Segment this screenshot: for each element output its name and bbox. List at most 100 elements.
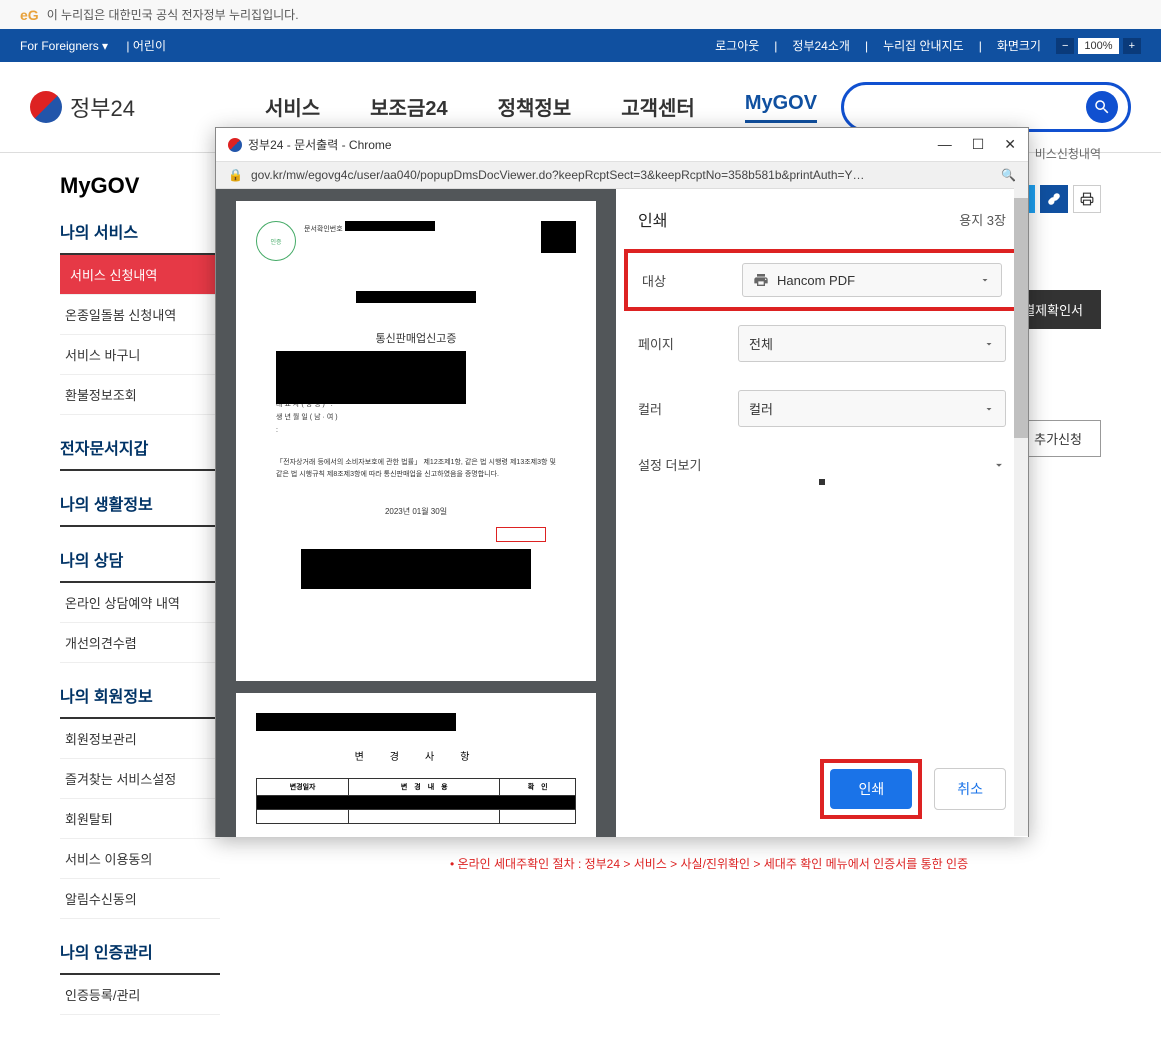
destination-select[interactable]: Hancom PDF <box>742 263 1002 297</box>
nav-support[interactable]: 고객센터 <box>621 92 695 123</box>
redacted-reg-no <box>356 291 476 303</box>
sidebar-item-consult-reserve[interactable]: 온라인 상담예약 내역 <box>60 583 220 623</box>
redacted-fields <box>276 351 466 404</box>
url-text: gov.kr/mw/egovg4c/user/aa040/popupDmsDoc… <box>251 168 1001 182</box>
sidebar-item-favorites[interactable]: 즐겨찾는 서비스설정 <box>60 759 220 799</box>
notice-text: 이 누리집은 대한민국 공식 전자정부 누리집입니다. <box>47 6 299 23</box>
pages-label: 페이지 <box>638 334 738 353</box>
print-confirm-button[interactable]: 인쇄 <box>830 769 912 809</box>
doc-number-label: 문서확인번호 <box>304 226 343 233</box>
zoom-level[interactable]: 100% <box>1078 38 1118 54</box>
document-page-2: 변 경 사 항 변경일자 변 경 내 용 확 인 <box>236 693 596 837</box>
chevron-down-icon <box>983 403 995 415</box>
color-select[interactable]: 컬러 <box>738 390 1006 427</box>
sidebar-item-terms[interactable]: 서비스 이용동의 <box>60 839 220 879</box>
window-favicon <box>228 138 242 152</box>
nav-mygov[interactable]: MyGOV <box>745 92 817 123</box>
window-minimize-button[interactable]: — <box>938 136 952 153</box>
window-title: 정부24 - 문서출력 - Chrome <box>248 136 392 153</box>
sidebar-section-myservice[interactable]: 나의 서비스 <box>60 219 220 255</box>
loading-indicator <box>819 479 825 485</box>
window-titlebar[interactable]: 정부24 - 문서출력 - Chrome — ☐ ✕ <box>216 128 1028 162</box>
sidebar-item-authmanage[interactable]: 인증등록/관리 <box>60 975 220 1015</box>
print-dialog-window: 정부24 - 문서출력 - Chrome — ☐ ✕ 🔒 gov.kr/mw/e… <box>215 127 1029 837</box>
document-page-1: 인증 문서확인번호 통신판매업신고증 상 호 : 소 재 지 : 대표자(성명)… <box>236 201 596 681</box>
gov-notice-bar: eG 이 누리집은 대한민국 공식 전자정부 누리집입니다. <box>0 0 1161 29</box>
document-preview-pane[interactable]: 인증 문서확인번호 통신판매업신고증 상 호 : 소 재 지 : 대표자(성명)… <box>216 189 616 837</box>
scrollbar[interactable] <box>1014 188 1028 836</box>
sidebar-page-title: MyGOV <box>60 173 220 199</box>
document-body-text: 「전자상거래 등에서의 소비자보호에 관한 법률」 제12조제1항, 같은 법 … <box>276 457 556 481</box>
sidebar-section-life[interactable]: 나의 생활정보 <box>60 491 220 527</box>
search-input[interactable] <box>854 99 1086 115</box>
zoom-minus-button[interactable]: − <box>1056 38 1074 54</box>
official-seal-icon: 인증 <box>256 221 296 261</box>
print-panel-title: 인쇄 <box>638 207 667 231</box>
window-maximize-button[interactable]: ☐ <box>972 136 985 153</box>
document-date: 2023년 01월 30일 <box>256 506 576 517</box>
document-title: 통신판매업신고증 <box>256 330 576 346</box>
sidebar-item-notifications[interactable]: 알림수신동의 <box>60 879 220 919</box>
scrollbar-thumb[interactable] <box>1014 198 1028 438</box>
search-button[interactable] <box>1086 91 1118 123</box>
printer-icon <box>1080 192 1094 206</box>
sidebar-item-applications[interactable]: 서비스 신청내역 <box>60 255 220 295</box>
util-about[interactable]: 정부24소개 <box>792 37 850 54</box>
pages-select[interactable]: 전체 <box>738 325 1006 362</box>
print-pages-row: 페이지 전체 <box>616 311 1028 376</box>
bottom-note: • 온라인 세대주확인 절차 : 정부24 > 서비스 > 사실/진위확인 > … <box>450 854 968 876</box>
utility-bar: For Foreigners ▾ | 어린이 로그아웃| 정부24소개| 누리집… <box>0 29 1161 62</box>
sidebar-item-memberinfo[interactable]: 회원정보관리 <box>60 719 220 759</box>
util-logout[interactable]: 로그아웃 <box>715 37 759 54</box>
lock-icon: 🔒 <box>228 168 243 182</box>
search-icon <box>1093 98 1111 116</box>
print-button[interactable] <box>1073 185 1101 213</box>
sidebar-section-consult[interactable]: 나의 상담 <box>60 547 220 583</box>
sidebar-section-auth[interactable]: 나의 인증관리 <box>60 939 220 975</box>
util-children[interactable]: 어린이 <box>133 39 166 53</box>
window-close-button[interactable]: ✕ <box>1004 136 1016 153</box>
print-destination-row: 대상 Hancom PDF <box>624 249 1020 311</box>
logo-icon <box>30 91 62 123</box>
site-logo[interactable]: 정부24 <box>30 91 135 123</box>
url-bar: 🔒 gov.kr/mw/egovg4c/user/aa040/popupDmsD… <box>216 162 1028 189</box>
changes-table: 변경일자 변 경 내 용 확 인 <box>256 778 576 824</box>
sidebar-item-basket[interactable]: 서비스 바구니 <box>60 335 220 375</box>
print-color-row: 컬러 컬러 <box>616 376 1028 441</box>
zoom-plus-button[interactable]: + <box>1123 38 1141 54</box>
printer-icon <box>753 272 769 288</box>
print-settings-panel: 인쇄 용지 3장 대상 Hancom PDF 페이지 전체 <box>616 189 1028 837</box>
sidebar-item-feedback[interactable]: 개선의견수렴 <box>60 623 220 663</box>
print-page-count: 용지 3장 <box>959 210 1006 229</box>
share-link-button[interactable] <box>1040 185 1068 213</box>
chevron-down-icon <box>979 274 991 286</box>
changes-title: 변 경 사 항 <box>256 748 576 763</box>
link-icon <box>1047 192 1061 206</box>
redacted-issuer <box>301 549 531 589</box>
breadcrumb-fragment: 비스신청내역 <box>1035 145 1101 162</box>
official-stamp-icon <box>496 527 546 542</box>
search-box <box>841 82 1131 132</box>
util-screensize-label: 화면크기 <box>997 37 1041 54</box>
sidebar-item-care[interactable]: 온종일돌봄 신청내역 <box>60 295 220 335</box>
color-label: 컬러 <box>638 399 738 418</box>
chevron-down-icon <box>992 458 1006 472</box>
sidebar-section-wallet[interactable]: 전자문서지갑 <box>60 435 220 471</box>
util-foreigners[interactable]: For Foreigners ▾ <box>20 39 108 53</box>
sidebar: MyGOV 나의 서비스 서비스 신청내역 온종일돌봄 신청내역 서비스 바구니… <box>60 173 220 1035</box>
url-zoom-icon[interactable]: 🔍 <box>1001 168 1016 182</box>
redacted-header2 <box>256 713 456 731</box>
sidebar-item-refund[interactable]: 환불정보조회 <box>60 375 220 415</box>
redacted-top-right <box>541 221 576 253</box>
sidebar-item-withdraw[interactable]: 회원탈퇴 <box>60 799 220 839</box>
nav-subsidy[interactable]: 보조금24 <box>370 92 447 123</box>
nav-policy[interactable]: 정책정보 <box>498 92 572 123</box>
util-sitemap[interactable]: 누리집 안내지도 <box>883 37 964 54</box>
print-cancel-button[interactable]: 취소 <box>934 768 1006 810</box>
destination-label: 대상 <box>642 271 742 290</box>
nav-service[interactable]: 서비스 <box>265 92 320 123</box>
chevron-down-icon <box>983 338 995 350</box>
sidebar-section-member[interactable]: 나의 회원정보 <box>60 683 220 719</box>
redacted-docnum <box>345 221 435 231</box>
eg-logo: eG <box>20 7 39 23</box>
